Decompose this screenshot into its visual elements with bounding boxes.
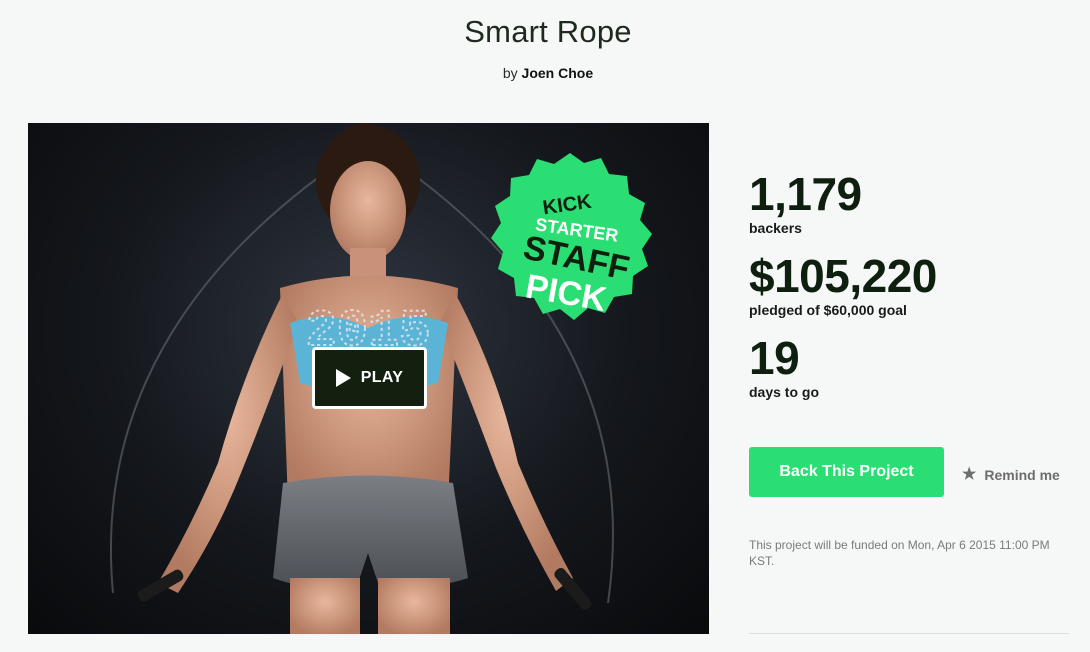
play-label: PLAY	[360, 369, 404, 386]
pledged-label: pledged of $60,000 goal	[749, 302, 907, 318]
byline: by Joen Choe	[0, 65, 1090, 81]
star-icon: ★	[962, 466, 977, 483]
remind-label: Remind me	[984, 467, 1060, 483]
project-title: Smart Rope	[464, 14, 632, 49]
backers-count: 1,179	[749, 168, 862, 220]
backers-label: backers	[749, 220, 802, 236]
project-video[interactable]: 2015 KICK STARTER STAFF PICK PLAY	[28, 123, 709, 634]
play-icon	[335, 369, 351, 387]
days-count: 19	[749, 332, 800, 384]
back-project-button[interactable]: Back This Project	[749, 447, 944, 497]
byline-prefix: by	[502, 65, 518, 81]
play-button[interactable]: PLAY	[312, 347, 427, 409]
pledged-stat: $105,220 pledged of $60,000 goal	[749, 250, 1079, 318]
staff-pick-badge: KICK STARTER STAFF PICK	[491, 153, 652, 320]
author-link[interactable]: Joen Choe	[522, 65, 594, 81]
pledged-amount: $105,220	[749, 250, 937, 302]
funding-note: This project will be funded on Mon, Apr …	[749, 538, 1050, 568]
project-page: Smart Rope by Joen Choe 2015 KICK STARTE…	[0, 0, 1090, 652]
backers-stat: 1,179 backers	[749, 168, 1079, 236]
days-label: days to go	[749, 384, 820, 400]
remind-me-button[interactable]: ★ Remind me	[962, 466, 1060, 484]
days-stat: 19 days to go	[749, 332, 1079, 400]
project-stats: 1,179 backers $105,220 pledged of $60,00…	[749, 168, 1079, 414]
divider	[749, 633, 1069, 634]
